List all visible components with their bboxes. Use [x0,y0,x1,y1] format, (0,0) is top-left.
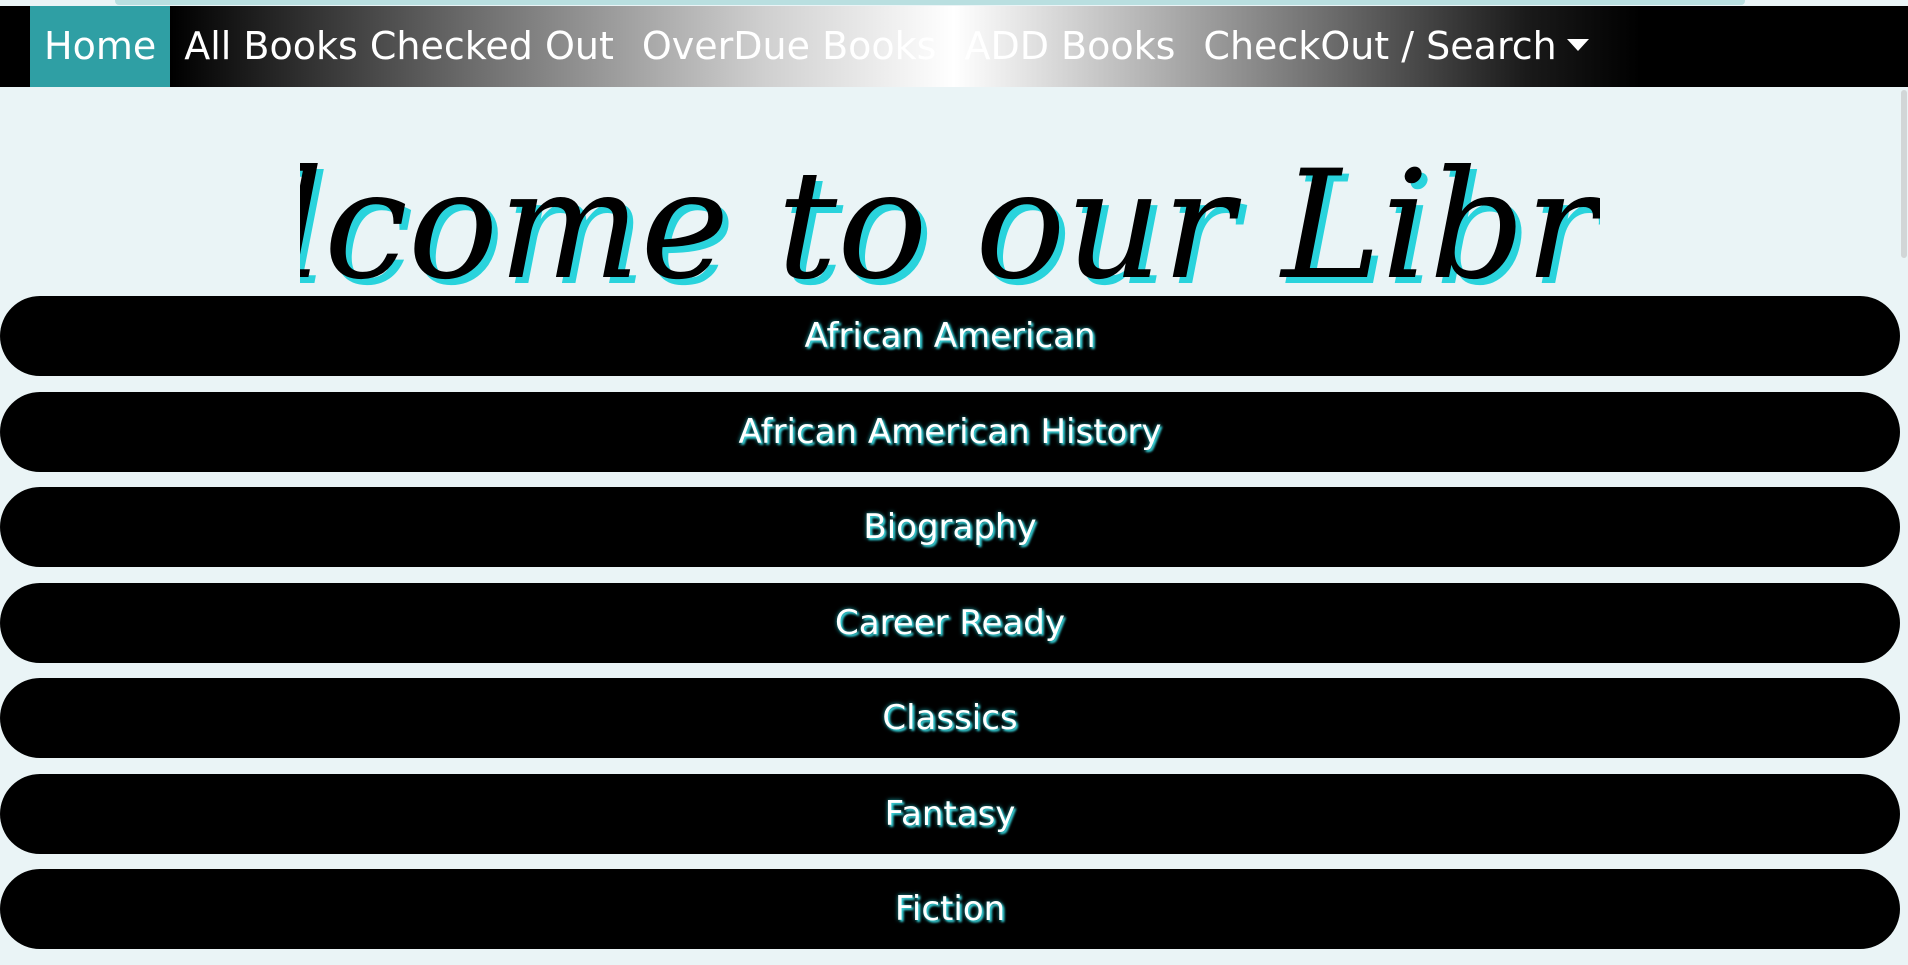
page-title: Welcome to our Library Welcome to our Li… [300,118,1600,288]
nav-overdue-books[interactable]: OverDue Books [628,6,951,87]
caret-down-icon [1566,38,1589,51]
genre-button-fantasy[interactable]: Fantasy [0,773,1900,854]
scrollbar-thumb[interactable] [1901,90,1907,258]
nav-checkout-search-label: CheckOut / Search [1203,24,1557,68]
page-title-text: Welcome to our Library [300,139,1600,288]
genre-button-career-ready[interactable]: Career Ready [0,582,1900,663]
nav-checkout-search-dropdown[interactable]: CheckOut / Search [1189,6,1602,87]
genre-button-african-american[interactable]: African American [0,296,1900,376]
genre-list: African American African American Histor… [0,296,1900,965]
top-strip [115,0,1745,5]
page-title-svg: Welcome to our Library Welcome to our Li… [300,139,1600,288]
navbar: Home All Books Checked Out OverDue Books… [0,6,1908,87]
genre-button-classics[interactable]: Classics [0,678,1900,758]
genre-button-fiction[interactable]: Fiction [0,869,1900,949]
nav-all-books-checked-out[interactable]: All Books Checked Out [170,6,628,87]
genre-button-biography[interactable]: Biography [0,487,1900,567]
nav-add-books[interactable]: ADD Books [950,6,1189,87]
genre-button-african-american-history[interactable]: African American History [0,391,1900,472]
nav-home[interactable]: Home [30,6,171,87]
